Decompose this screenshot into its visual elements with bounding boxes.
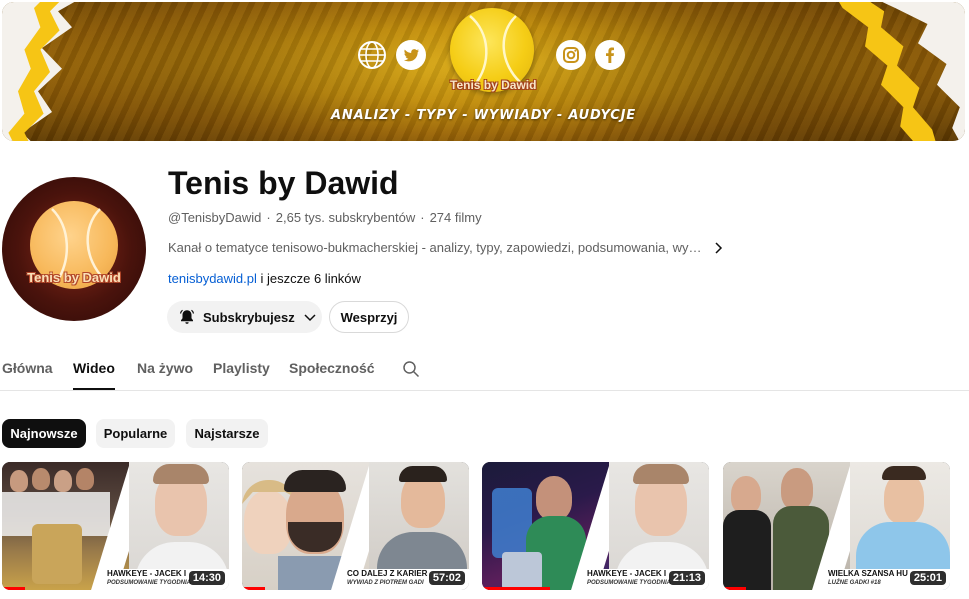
instagram-icon: [556, 40, 586, 70]
subscribe-button[interactable]: Subskrybujesz: [167, 301, 322, 333]
banner-logo: Tenis by Dawid: [450, 8, 537, 92]
channel-links: tenisbydawid.pl i jeszcze 6 linków: [168, 271, 361, 286]
chip-newest[interactable]: Najnowsze: [2, 419, 86, 448]
video-duration: 21:13: [668, 571, 705, 585]
support-button[interactable]: Wesprzyj: [329, 301, 409, 333]
globe-icon: [357, 40, 387, 70]
channel-handle: @TenisbyDawid: [168, 210, 262, 225]
channel-tabs: Główna Wideo Na żywo Playlisty Społeczno…: [0, 350, 969, 391]
active-tab-indicator: [73, 388, 115, 390]
meta-separator: ·: [266, 210, 271, 225]
video-duration: 57:02: [428, 571, 465, 585]
chip-oldest[interactable]: Najstarsze: [186, 419, 268, 448]
chip-popular[interactable]: Popularne: [96, 419, 175, 448]
support-label: Wesprzyj: [340, 309, 398, 325]
video-thumbnail[interactable]: HAWKEYE - JACEK I PODSUMOWANIE TYGODNIA …: [482, 462, 709, 590]
video-thumbnail[interactable]: CO DALEJ Z KARIER WYWIAD Z PIOTREM GADI …: [242, 462, 469, 590]
chevron-down-icon: [304, 314, 316, 322]
meta-separator: ·: [420, 210, 425, 225]
twitter-icon: [396, 40, 426, 70]
tab-live[interactable]: Na żywo: [137, 360, 193, 376]
banner-logo-text: Tenis by Dawid: [450, 78, 537, 92]
facebook-icon: [595, 40, 625, 70]
more-links[interactable]: i jeszcze 6 linków: [257, 271, 361, 286]
channel-description[interactable]: Kanał o tematyce tenisowo-bukmacherskiej…: [168, 240, 725, 255]
video-thumbnail[interactable]: WIELKA SZANSA HU LUŹNE GADKI #18 25:01: [723, 462, 950, 590]
video-duration: 14:30: [188, 571, 225, 585]
watch-progress-bar: [723, 587, 746, 590]
watch-progress-bar: [242, 587, 265, 590]
subscribe-label: Subskrybujesz: [203, 309, 295, 325]
video-thumbnail[interactable]: HAWKEYE - JACEK I PODSUMOWANIE TYGODNIA …: [2, 462, 229, 590]
watch-progress-bar: [2, 587, 25, 590]
bell-icon: [179, 309, 195, 324]
video-count: 274 filmy: [429, 210, 482, 225]
tab-home[interactable]: Główna: [2, 360, 53, 376]
watch-progress-bar: [482, 587, 551, 590]
channel-name: Tenis by Dawid: [168, 165, 399, 201]
search-icon[interactable]: [402, 360, 420, 378]
avatar-text: Tenis by Dawid: [27, 270, 121, 285]
tab-community[interactable]: Społeczność: [289, 360, 375, 376]
banner-tagline: ANALIZY - TYPY - WYWIADY - AUDYCJE: [331, 108, 636, 123]
channel-avatar[interactable]: Tenis by Dawid: [2, 177, 146, 321]
description-text: Kanał o tematyce tenisowo-bukmacherskiej…: [168, 240, 702, 255]
video-duration: 25:01: [909, 571, 946, 585]
tab-playlists[interactable]: Playlisty: [213, 360, 270, 376]
channel-meta: @TenisbyDawid · 2,65 tys. subskrybentów · 27…: [168, 210, 482, 225]
channel-banner: Tenis by Dawid ANALIZY - TYPY - WYWIADY …: [2, 2, 965, 141]
tab-videos[interactable]: Wideo: [73, 360, 115, 376]
chevron-right-icon[interactable]: [711, 241, 725, 255]
website-link[interactable]: tenisbydawid.pl: [168, 271, 257, 286]
subscriber-count: 2,65 tys. subskrybentów: [275, 210, 416, 225]
